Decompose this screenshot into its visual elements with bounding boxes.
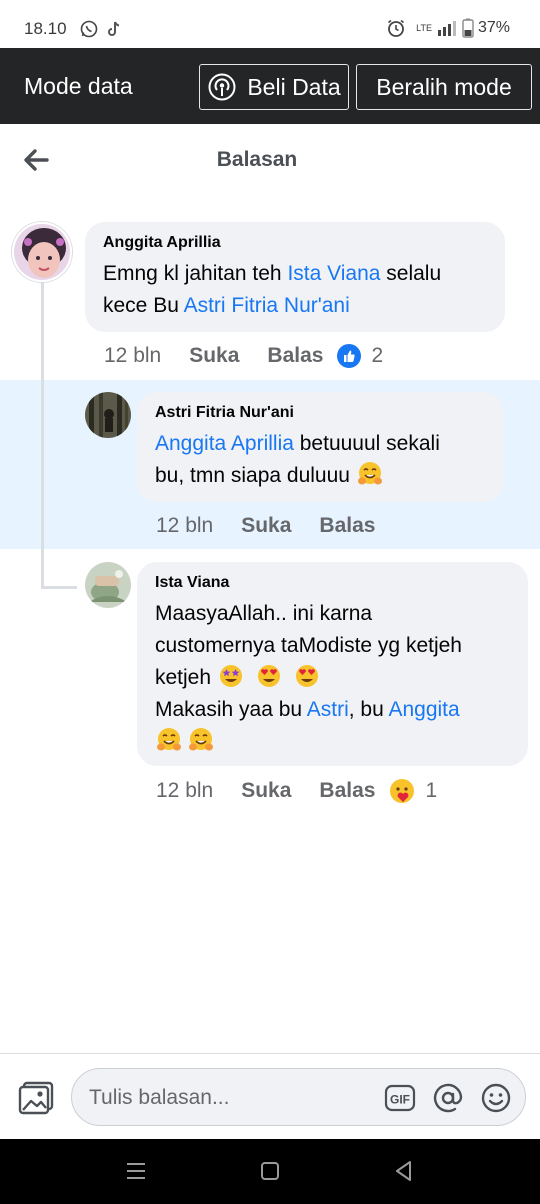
reply-bubble[interactable]: Astri Fitria Nur'ani Anggita Aprillia be… [137,392,504,502]
reply-author[interactable]: Astri Fitria Nur'ani [155,404,486,422]
mention-link[interactable]: Anggita Aprillia [155,432,294,455]
reply-text: Anggita Aprillia betuuuul sekali bu, tmn… [155,432,440,487]
reply-meta: 12 bln Suka Balas 1 [156,778,437,804]
comment-text: Emng kl jahitan teh Ista Viana selalu ke… [103,262,442,317]
reply-author[interactable]: Ista Viana [155,574,510,592]
battery-icon [462,18,474,38]
reaction-count: 2 [371,344,384,367]
page-header: Balasan [0,124,540,196]
thread-connector-branch [41,586,77,589]
like-reaction-icon [337,344,362,368]
heart-eyes-emoji-icon [295,665,318,687]
comment-time: 12 bln [104,344,162,367]
reactions[interactable]: 2 [337,344,383,368]
switch-mode-label: Beralih mode [376,73,512,100]
battery-level: 37% [477,19,510,36]
reply-button[interactable]: Balas [267,344,323,368]
like-button[interactable]: Suka [241,779,291,803]
svg-text:GIF: GIF [390,1093,410,1107]
android-navigation-bar [0,1139,540,1204]
care-reaction-icon [390,779,415,803]
mention-link[interactable]: Astri [307,698,349,721]
buy-data-button[interactable]: Beli Data [199,64,349,110]
reply-time: 12 bln [156,514,214,537]
mention-link[interactable]: Ista Viana [287,262,380,285]
data-mode-title: Mode data [24,73,133,99]
like-button[interactable]: Suka [241,514,291,538]
mention-icon[interactable] [432,1082,464,1114]
emoji-icon[interactable] [480,1082,512,1114]
broadcast-icon [208,73,236,101]
reply-input[interactable]: Tulis balasan... GIF [71,1068,526,1126]
like-button[interactable]: Suka [189,344,239,368]
reaction-count: 1 [425,779,438,802]
home-icon[interactable] [258,1159,284,1183]
comment-bubble[interactable]: Anggita Aprillia Emng kl jahitan teh Ist… [85,222,505,332]
buy-data-label: Beli Data [247,73,341,100]
alarm-icon [388,19,405,37]
reply-button[interactable]: Balas [319,779,375,803]
comment-author[interactable]: Anggita Aprillia [103,234,487,252]
reply-meta: 12 bln Suka Balas [156,514,403,538]
mention-link[interactable]: Astri Fitria Nur'ani [184,294,350,317]
comment-meta: 12 bln Suka Balas 2 [104,344,383,368]
reply-text: MaasyaAllah.. ini karna customernya taMo… [155,598,510,758]
reply-input-placeholder: Tulis balasan... [89,1086,230,1109]
reply-bubble[interactable]: Ista Viana MaasyaAllah.. ini karna custo… [137,562,528,766]
whatsapp-icon [80,20,98,43]
gif-icon[interactable]: GIF [384,1082,416,1114]
reply-button[interactable]: Balas [319,514,375,538]
reply-time: 12 bln [156,779,214,802]
status-indicators: LTE 37% [386,18,510,38]
avatar-anggita[interactable] [12,222,72,282]
avatar-ista[interactable] [85,562,131,608]
hug-emoji-icon [357,462,382,485]
status-time: 18.10 [24,19,67,38]
status-bar: 18.10 LTE 37% [0,0,540,48]
signal-icon [437,21,456,36]
page-title: Balasan [216,148,298,171]
tiktok-icon [106,20,124,43]
network-type: LTE [416,22,432,33]
heart-eyes-emoji-icon [257,665,280,687]
avatar-astri[interactable] [85,392,131,438]
reply-composer: Tulis balasan... GIF [0,1053,540,1139]
menu-icon[interactable] [124,1159,150,1183]
star-struck-emoji-icon [219,665,242,687]
mention-link[interactable]: Anggita [388,698,459,721]
data-mode-bar: Mode data Beli Data Beralih mode [0,48,540,124]
hug-emoji-icon [189,728,213,751]
hug-emoji-icon [157,728,181,751]
photo-icon[interactable] [18,1081,54,1115]
back-icon[interactable] [392,1159,418,1183]
thread-connector-line [41,282,44,588]
reactions[interactable]: 1 [389,778,437,804]
switch-mode-button[interactable]: Beralih mode [356,64,532,110]
